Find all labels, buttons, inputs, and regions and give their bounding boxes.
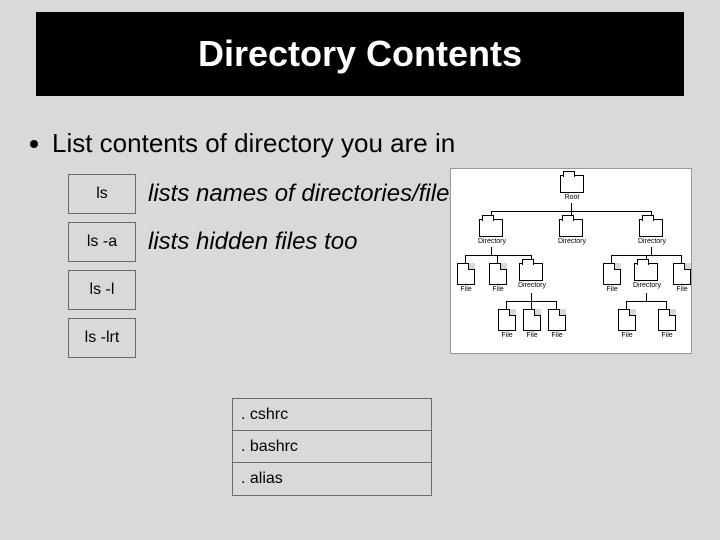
- node-label: File: [657, 332, 677, 339]
- hidden-file-name: . cshrc: [241, 406, 288, 424]
- tree-file-node: File: [672, 263, 692, 293]
- desc-ls-a: lists hidden files too: [148, 222, 461, 262]
- node-label: Directory: [518, 282, 544, 289]
- folder-icon: [519, 263, 543, 281]
- bullet-dot-icon: [30, 140, 38, 148]
- node-label: File: [456, 286, 476, 293]
- file-icon: [523, 309, 541, 331]
- file-icon: [658, 309, 676, 331]
- cmd-text: ls -lrt: [85, 329, 120, 347]
- tree-dir-node: Directory: [558, 219, 584, 245]
- table-row: . bashrc: [233, 431, 431, 463]
- file-icon: [489, 263, 507, 285]
- tree-file-node: File: [657, 309, 677, 339]
- directory-tree-diagram: Root Directory Directory Directory File …: [450, 168, 692, 354]
- tree-file-node: File: [497, 309, 517, 339]
- description-column: lists names of directories/files lists h…: [148, 174, 461, 270]
- hidden-files-table: . cshrc . bashrc . alias: [232, 398, 432, 496]
- file-icon: [457, 263, 475, 285]
- tree-file-node: File: [522, 309, 542, 339]
- table-row: . cshrc: [233, 399, 431, 431]
- command-column: ls ls -a ls -l ls -lrt: [68, 174, 136, 366]
- bullet-text: List contents of directory you are in: [52, 128, 455, 159]
- slide-title-bar: Directory Contents: [36, 12, 684, 96]
- folder-icon: [560, 175, 584, 193]
- hidden-file-name: . alias: [241, 470, 283, 488]
- cmd-cell-ls-a: ls -a: [68, 222, 136, 262]
- node-label: Root: [559, 194, 585, 201]
- tree-file-node: File: [547, 309, 567, 339]
- hidden-file-name: . bashrc: [241, 438, 298, 456]
- tree-root-node: Root: [559, 175, 585, 201]
- folder-icon: [634, 263, 658, 281]
- bullet-row: List contents of directory you are in: [30, 128, 690, 159]
- cmd-text: ls: [96, 185, 108, 203]
- desc-ls: lists names of directories/files: [148, 174, 461, 214]
- tree-dir-node: Directory: [518, 263, 544, 289]
- folder-icon: [639, 219, 663, 237]
- node-label: File: [672, 286, 692, 293]
- file-icon: [603, 263, 621, 285]
- tree-dir-node: Directory: [633, 263, 659, 289]
- folder-icon: [479, 219, 503, 237]
- node-label: File: [522, 332, 542, 339]
- node-label: Directory: [558, 238, 584, 245]
- table-row: . alias: [233, 463, 431, 495]
- node-label: File: [488, 286, 508, 293]
- tree-file-node: File: [456, 263, 476, 293]
- node-label: File: [497, 332, 517, 339]
- folder-icon: [559, 219, 583, 237]
- node-label: File: [617, 332, 637, 339]
- cmd-text: ls -a: [87, 233, 117, 251]
- cmd-cell-ls-l: ls -l: [68, 270, 136, 310]
- desc-text: lists names of directories/files: [148, 180, 461, 208]
- file-icon: [673, 263, 691, 285]
- node-label: Directory: [633, 282, 659, 289]
- node-label: File: [547, 332, 567, 339]
- file-icon: [618, 309, 636, 331]
- node-label: Directory: [638, 238, 664, 245]
- cmd-cell-ls-lrt: ls -lrt: [68, 318, 136, 358]
- tree-dir-node: Directory: [478, 219, 504, 245]
- tree-file-node: File: [617, 309, 637, 339]
- cmd-cell-ls: ls: [68, 174, 136, 214]
- file-icon: [498, 309, 516, 331]
- tree-dir-node: Directory: [638, 219, 664, 245]
- node-label: Directory: [478, 238, 504, 245]
- slide-title: Directory Contents: [198, 33, 522, 75]
- tree-file-node: File: [488, 263, 508, 293]
- cmd-text: ls -l: [90, 281, 115, 299]
- file-icon: [548, 309, 566, 331]
- tree-file-node: File: [602, 263, 622, 293]
- node-label: File: [602, 286, 622, 293]
- desc-text: lists hidden files too: [148, 228, 357, 256]
